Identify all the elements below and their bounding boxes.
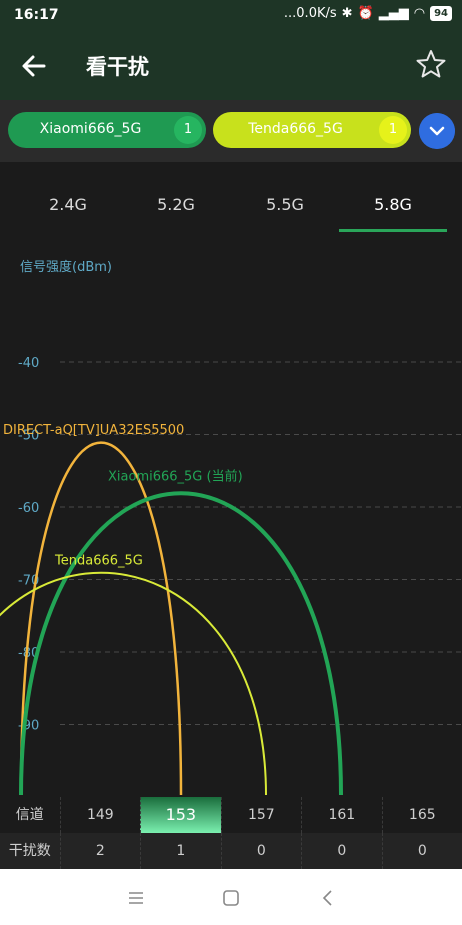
system-nav-bar — [0, 869, 462, 925]
tab-5-2g[interactable]: 5.2G — [122, 180, 230, 234]
channel-cell[interactable]: 161 — [301, 797, 381, 833]
y-axis-label: 信号强度(dBm) — [20, 259, 112, 275]
battery-icon: 94 — [430, 6, 452, 21]
back-arrow-icon[interactable] — [18, 50, 50, 82]
star-icon[interactable] — [416, 49, 446, 79]
status-bar: 16:17 ...0.0K/s ✱ ⏰ ▂▄▆ ◠ 94 — [0, 0, 462, 33]
chip-count-badge: 1 — [379, 116, 407, 144]
interference-count: 0 — [301, 833, 381, 869]
menu-icon[interactable] — [125, 887, 147, 909]
expand-dropdown-button[interactable] — [419, 113, 455, 149]
channel-row: 信道 149 153 157 161 165 — [0, 797, 462, 833]
network-chip-tenda[interactable]: Tenda666_5G 1 — [213, 112, 411, 148]
y-tick-label: -60 — [18, 501, 39, 516]
y-tick-label: -40 — [18, 356, 39, 371]
channel-cell[interactable]: 157 — [220, 797, 301, 833]
app-bar: 看干扰 — [0, 33, 462, 100]
status-icons: ...0.0K/s ✱ ⏰ ▂▄▆ ◠ 94 — [284, 6, 452, 21]
chip-label: Xiaomi666_5G — [39, 121, 142, 137]
network-chips-bar: Xiaomi666_5G 1 Tenda666_5G 1 — [0, 100, 462, 162]
signal-curve — [0, 572, 267, 796]
alarm-icon: ⏰ — [357, 6, 374, 21]
home-icon[interactable] — [220, 887, 242, 909]
interference-header: 干扰数 — [8, 843, 51, 859]
interference-count: 0 — [381, 833, 462, 869]
channel-cell[interactable]: 149 — [59, 797, 140, 833]
tab-5-5g[interactable]: 5.5G — [231, 180, 339, 234]
interference-count: 0 — [220, 833, 301, 869]
channel-cell[interactable]: 165 — [381, 797, 462, 833]
curve-label: Xiaomi666_5G (当前) — [108, 469, 243, 485]
status-time: 16:17 — [14, 7, 59, 23]
bluetooth-icon: ✱ — [341, 6, 353, 21]
chip-label: Tenda666_5G — [248, 121, 343, 137]
channel-header: 信道 — [15, 807, 44, 823]
back-icon[interactable] — [317, 887, 339, 909]
tab-5-8g[interactable]: 5.8G — [339, 180, 447, 234]
wifi-icon: ◠ — [413, 6, 426, 21]
chip-count-badge: 1 — [174, 116, 202, 144]
tab-2-4g[interactable]: 2.4G — [14, 180, 122, 234]
band-tabs: 2.4G 5.2G 5.5G 5.8G — [0, 180, 462, 234]
interference-row: 干扰数 2 1 0 0 0 — [0, 833, 462, 869]
network-speed: ...0.0K/s — [283, 6, 337, 21]
interference-count: 1 — [140, 833, 220, 869]
interference-count: 2 — [59, 833, 140, 869]
channel-cell-selected[interactable]: 153 — [140, 797, 221, 833]
network-chip-xiaomi[interactable]: Xiaomi666_5G 1 — [8, 112, 206, 148]
curve-label: Tenda666_5G — [54, 553, 143, 568]
channel-table: 信道 149 153 157 161 165 干扰数 2 1 0 0 0 — [0, 797, 462, 869]
signal-chart: 信号强度(dBm) -40-50-60-70-80-90 DIRECT-aQ[T… — [0, 259, 462, 796]
signal-icon: ▂▄▆ — [378, 6, 409, 21]
page-title: 看干扰 — [86, 55, 149, 79]
curve-label: DIRECT-aQ[TV]UA32ES5500 — [3, 423, 184, 438]
